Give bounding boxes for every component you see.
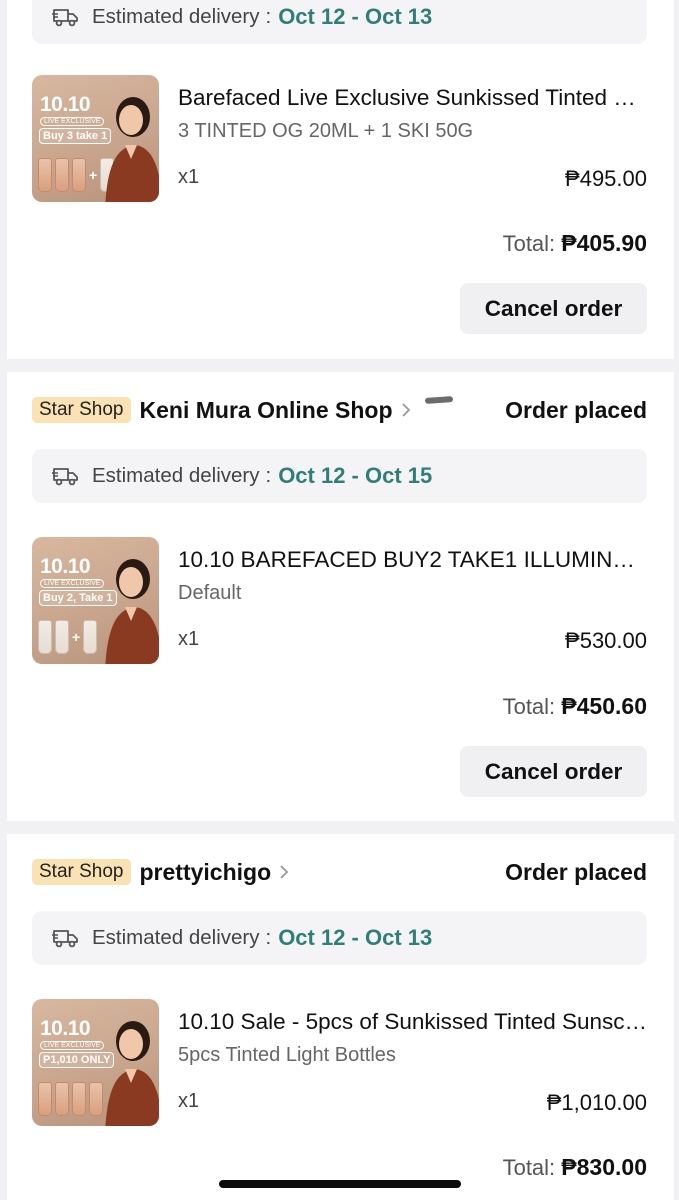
chevron-right-icon[interactable]: [279, 864, 289, 880]
thumb-1010-text: 10.10: [40, 555, 91, 578]
order-card-1: Estimated delivery : Oct 12 - Oct 13 10.…: [7, 0, 674, 359]
delivery-label: Estimated delivery: [92, 926, 260, 949]
delivery-date: Oct 12 - Oct 15: [278, 463, 433, 488]
thumb-bottles: +: [38, 620, 98, 654]
delivery-colon: :: [265, 464, 272, 487]
total-label: Total:: [502, 231, 556, 256]
estimated-delivery-bar: Estimated delivery : Oct 12 - Oct 15: [32, 449, 647, 503]
order-status: Order placed: [505, 396, 647, 423]
product-thumbnail[interactable]: 10.10 LIVE EXCLUSIVE Buy 3 take 1 +: [32, 75, 159, 202]
delivery-label: Estimated delivery: [92, 5, 260, 28]
order-total: Total: ₱830.00: [503, 1154, 647, 1181]
delivery-colon: :: [265, 926, 272, 949]
product-thumbnail[interactable]: 10.10 LIVE EXCLUSIVE P1,010 ONLY: [32, 999, 159, 1126]
product-quantity: x1: [178, 1090, 200, 1112]
estimated-delivery-bar: Estimated delivery : Oct 12 - Oct 13: [32, 911, 647, 965]
order-status: Order placed: [505, 858, 647, 885]
delivery-date: Oct 12 - Oct 13: [278, 4, 433, 29]
product-price: ₱495.00: [565, 166, 647, 191]
total-value: ₱830.00: [561, 1154, 647, 1180]
redaction-mark: [424, 396, 453, 404]
truck-icon: [52, 930, 78, 948]
star-shop-badge: Star Shop: [32, 859, 131, 885]
product-variant: Default: [178, 582, 242, 604]
product-price: ₱1,010.00: [546, 1090, 647, 1115]
order-total: Total: ₱405.90: [503, 230, 647, 257]
model-photo: [105, 559, 159, 664]
truck-icon: [52, 468, 78, 486]
star-shop-badge: Star Shop: [32, 397, 131, 423]
total-label: Total:: [502, 694, 556, 719]
total-label: Total:: [502, 1155, 556, 1180]
delivery-date: Oct 12 - Oct 13: [278, 925, 433, 950]
product-name[interactable]: 10.10 Sale - 5pcs of Sunkissed Tinted Su…: [178, 1009, 648, 1035]
product-variant: 5pcs Tinted Light Bottles: [178, 1044, 396, 1066]
product-quantity: x1: [178, 628, 200, 650]
order-card-2: Star Shop Keni Mura Online Shop Order pl…: [7, 372, 674, 821]
thumb-1010-text: 10.10: [40, 1017, 91, 1040]
order-total: Total: ₱450.60: [503, 693, 647, 720]
shop-header: Star Shop Keni Mura Online Shop Order pl…: [32, 394, 647, 426]
product-price: ₱530.00: [565, 628, 647, 653]
delivery-colon: :: [265, 5, 272, 28]
chevron-right-icon[interactable]: [401, 402, 411, 418]
product-thumbnail[interactable]: 10.10 LIVE EXCLUSIVE Buy 2, Take 1 +: [32, 537, 159, 664]
shop-name-link[interactable]: Keni Mura Online Shop: [140, 397, 393, 424]
thumb-1010-text: 10.10: [40, 93, 91, 116]
product-name[interactable]: Barefaced Live Exclusive Sunkissed Tinte…: [178, 85, 648, 111]
thumb-bottles: [38, 1082, 103, 1116]
cancel-order-button[interactable]: Cancel order: [460, 283, 647, 334]
shop-header: Star Shop prettyichigo Order placed: [32, 856, 647, 888]
delivery-label: Estimated delivery: [92, 464, 260, 487]
cancel-order-button[interactable]: Cancel order: [460, 746, 647, 797]
order-card-3: Star Shop prettyichigo Order placed Esti…: [7, 834, 674, 1200]
truck-icon: [52, 9, 78, 27]
product-name[interactable]: 10.10 BAREFACED BUY2 TAKE1 ILLUMINATING: [178, 547, 648, 573]
shop-name-link[interactable]: prettyichigo: [140, 859, 272, 886]
estimated-delivery-bar: Estimated delivery : Oct 12 - Oct 13: [32, 0, 647, 44]
model-photo: [105, 1021, 159, 1126]
total-value: ₱405.90: [561, 230, 647, 256]
model-photo: [105, 97, 159, 202]
product-quantity: x1: [178, 166, 200, 188]
product-variant: 3 TINTED OG 20ML + 1 SKI 50G: [178, 120, 474, 142]
total-value: ₱450.60: [561, 693, 647, 719]
home-indicator: [219, 1180, 461, 1188]
